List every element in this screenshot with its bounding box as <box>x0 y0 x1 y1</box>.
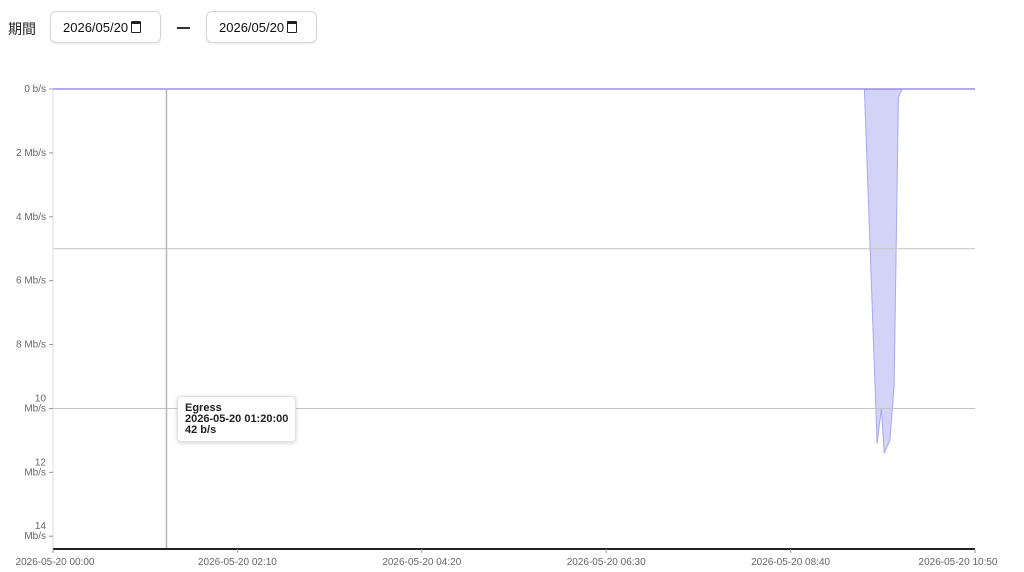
y-tick-label: Mb/s <box>24 403 46 414</box>
x-tick-label: 2026-05-20 06:30 <box>567 557 646 568</box>
y-tick-label: 4 Mb/s <box>16 212 46 223</box>
x-tick-label: 2026-05-20 00:00 <box>16 557 95 568</box>
x-tick-label: 2026-05-20 08:40 <box>751 557 830 568</box>
x-tick-label: 2026-05-20 04:20 <box>382 557 461 568</box>
y-tick-label: 8 Mb/s <box>16 340 46 351</box>
y-tick-label: 2 Mb/s <box>16 148 46 159</box>
x-tick-label: 2026-05-20 10:50 <box>919 557 998 568</box>
tooltip-value: 42 b/s <box>185 424 217 436</box>
y-tick-label: Mb/s <box>24 531 46 542</box>
egress-chart[interactable]: 0 b/s2 Mb/s4 Mb/s6 Mb/s8 Mb/s10Mb/s12Mb/… <box>0 0 1024 572</box>
y-tick-label: 6 Mb/s <box>16 276 46 287</box>
y-tick-label: 0 b/s <box>24 84 46 95</box>
x-tick-label: 2026-05-20 02:10 <box>198 557 277 568</box>
chart-tooltip: Egress 2026-05-20 01:20:00 42 b/s <box>177 396 297 442</box>
y-tick-label: Mb/s <box>24 467 46 478</box>
